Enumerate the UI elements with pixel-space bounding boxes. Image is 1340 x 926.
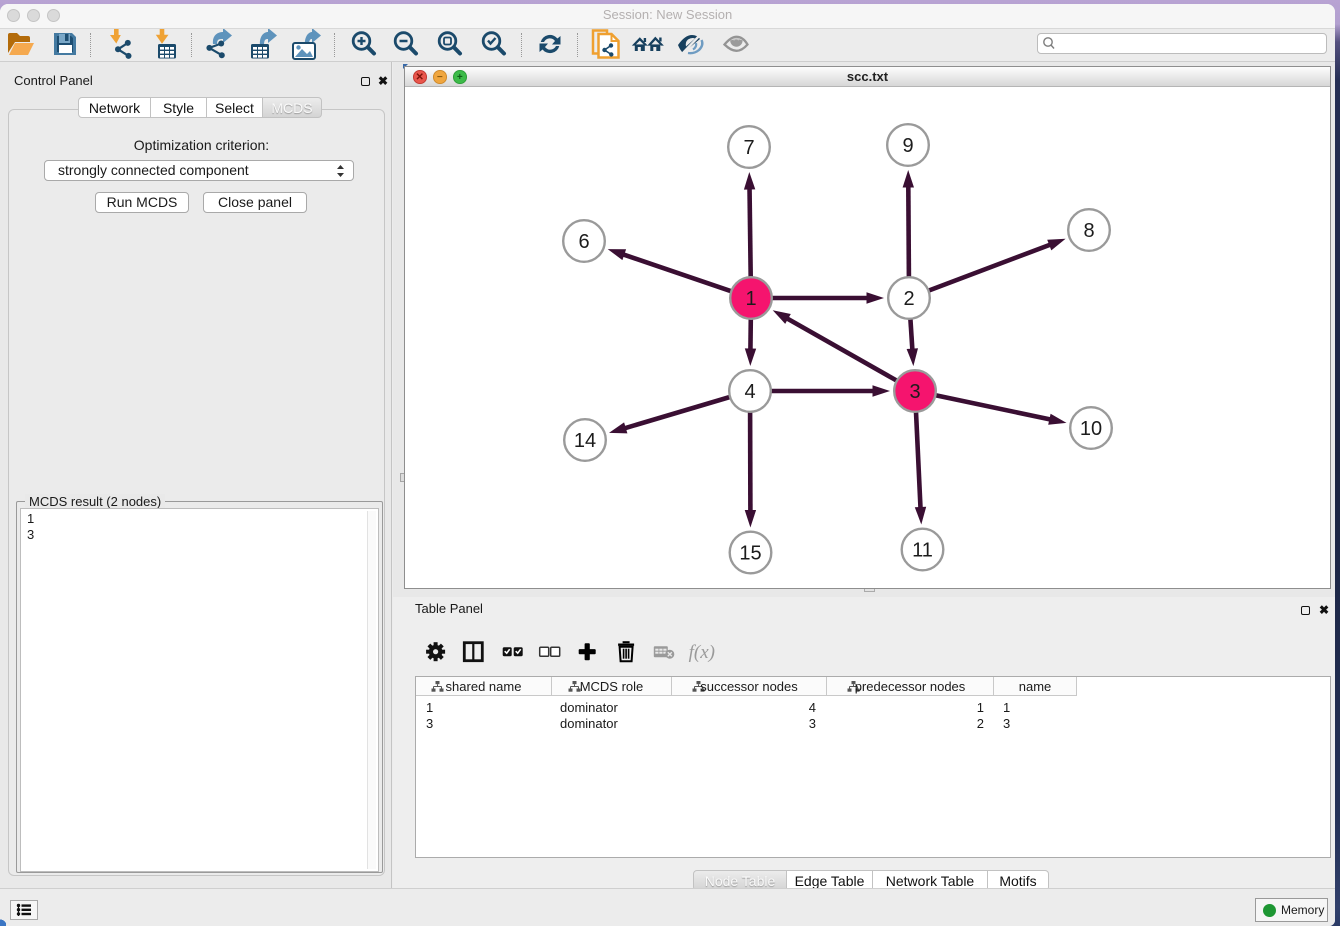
- svg-text:4: 4: [744, 381, 755, 403]
- svg-text:9: 9: [902, 135, 913, 157]
- svg-text:7: 7: [743, 137, 754, 159]
- svg-text:14: 14: [574, 430, 596, 452]
- svg-text:8: 8: [1083, 220, 1094, 242]
- svg-text:1: 1: [745, 288, 756, 310]
- svg-text:15: 15: [739, 543, 761, 565]
- svg-text:10: 10: [1080, 418, 1102, 440]
- svg-text:11: 11: [912, 540, 933, 562]
- svg-text:f(x): f(x): [689, 642, 715, 663]
- svg-text:2: 2: [903, 288, 914, 310]
- svg-text:6: 6: [578, 231, 589, 253]
- svg-text:3: 3: [909, 381, 920, 403]
